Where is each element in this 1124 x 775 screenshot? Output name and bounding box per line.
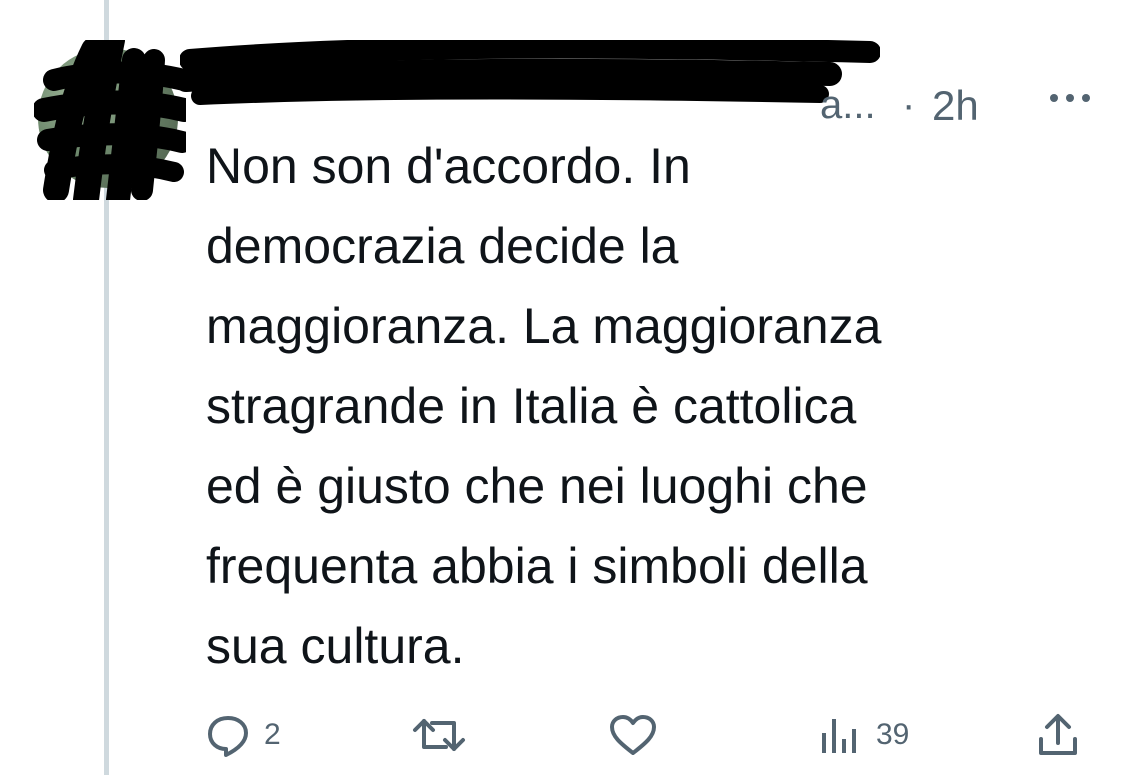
like-button[interactable] bbox=[608, 705, 672, 765]
views-icon bbox=[818, 713, 862, 757]
retweet-button[interactable] bbox=[412, 705, 480, 765]
views-button[interactable]: 39 bbox=[818, 705, 909, 765]
tweet-action-bar: 2 39 bbox=[200, 705, 1100, 765]
tweet-body-text: Non son d'accordo. In democrazia decide … bbox=[206, 138, 882, 674]
retweet-icon bbox=[412, 713, 466, 757]
author-handle[interactable]: a... bbox=[820, 85, 876, 125]
tweet-header: a... · 2h bbox=[180, 40, 1110, 127]
share-icon bbox=[1036, 711, 1080, 759]
more-options-button[interactable] bbox=[1040, 78, 1100, 118]
reply-icon bbox=[206, 713, 250, 757]
header-separator: · bbox=[902, 83, 916, 127]
avatar-redaction-scribble bbox=[34, 40, 186, 200]
views-count: 39 bbox=[876, 718, 910, 751]
share-button[interactable] bbox=[1036, 705, 1080, 765]
heart-icon bbox=[608, 713, 658, 757]
reply-button[interactable]: 2 bbox=[206, 705, 281, 765]
more-horizontal-icon bbox=[1048, 92, 1092, 104]
author-name-redaction bbox=[180, 40, 880, 105]
avatar[interactable] bbox=[34, 40, 186, 200]
tweet-timestamp[interactable]: 2h bbox=[932, 85, 979, 127]
reply-count: 2 bbox=[264, 718, 281, 751]
